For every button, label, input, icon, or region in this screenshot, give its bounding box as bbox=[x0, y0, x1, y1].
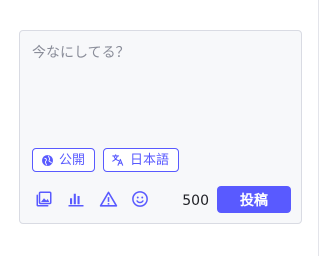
compose-textarea[interactable] bbox=[20, 31, 303, 141]
compose-form: 公開 日本語 bbox=[19, 30, 303, 224]
add-poll-button[interactable] bbox=[66, 191, 86, 211]
poll-icon bbox=[67, 190, 85, 212]
page: 公開 日本語 bbox=[0, 0, 331, 256]
language-label: 日本語 bbox=[130, 152, 170, 168]
visibility-button[interactable]: 公開 bbox=[32, 148, 95, 172]
post-button[interactable]: 投稿 bbox=[217, 186, 291, 213]
character-counter: 500 bbox=[182, 193, 209, 209]
visibility-label: 公開 bbox=[59, 152, 86, 168]
translate-icon bbox=[111, 153, 125, 167]
image-icon bbox=[35, 190, 53, 212]
emoji-icon bbox=[131, 190, 149, 212]
warning-icon bbox=[99, 190, 118, 213]
content-warning-button[interactable] bbox=[98, 191, 118, 211]
language-button[interactable]: 日本語 bbox=[103, 148, 179, 172]
emoji-picker-button[interactable] bbox=[130, 191, 150, 211]
column-divider bbox=[318, 0, 319, 256]
add-media-button[interactable] bbox=[34, 191, 54, 211]
globe-icon bbox=[40, 153, 54, 167]
